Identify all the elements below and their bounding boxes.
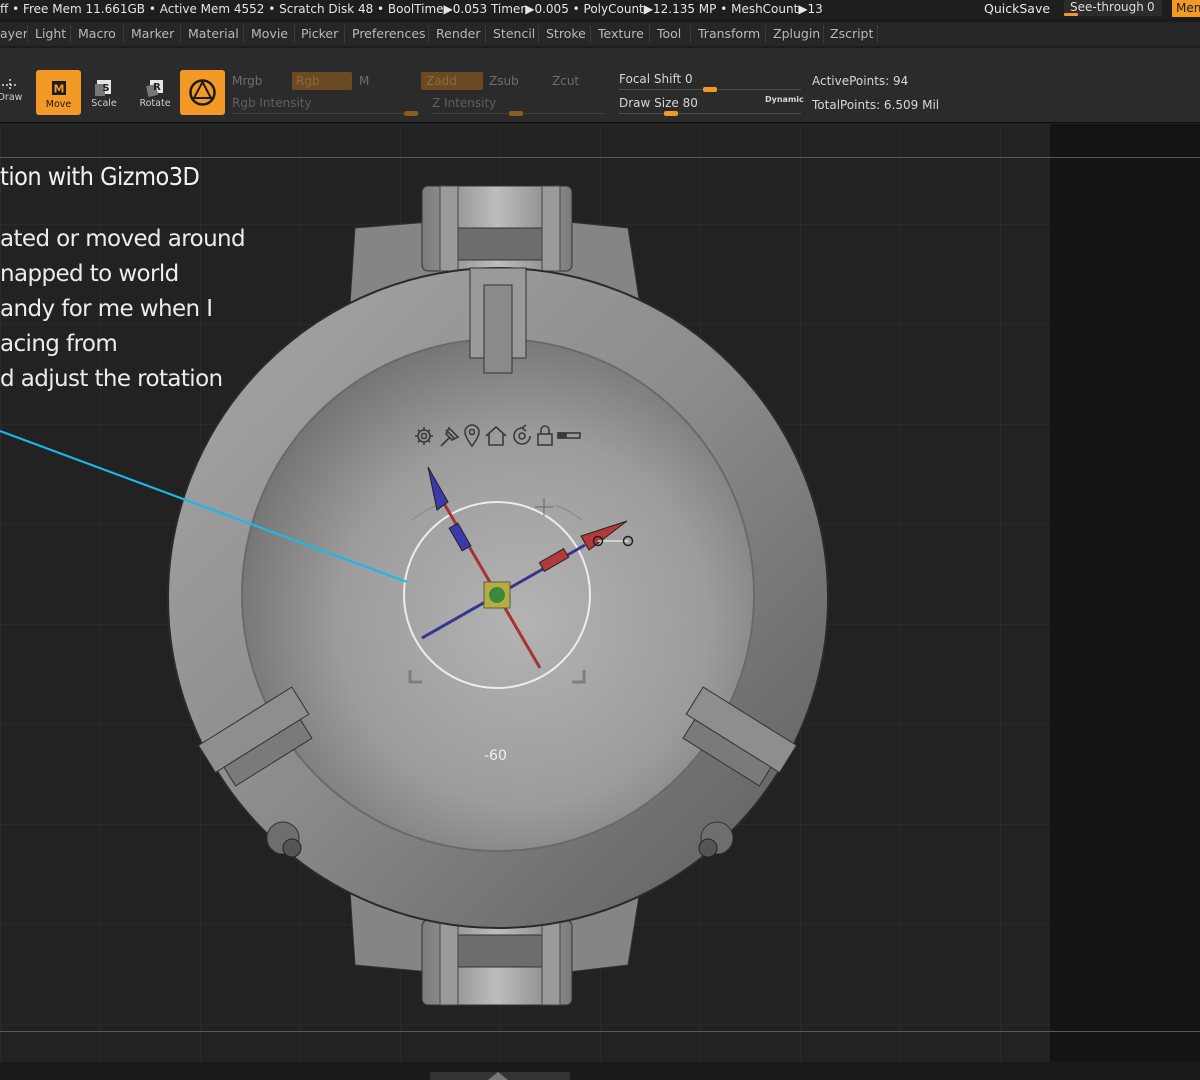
viewport-canvas[interactable]: tion with Gizmo3D ated or moved around n… bbox=[0, 124, 1200, 1080]
menu-separator bbox=[690, 25, 691, 43]
menu-item-stroke[interactable]: Stroke bbox=[546, 23, 586, 45]
menu-separator bbox=[538, 25, 539, 43]
rotate-label: Rotate bbox=[139, 98, 171, 109]
see-through-value: 0 bbox=[1147, 0, 1155, 14]
scale-button[interactable]: S Scale bbox=[90, 78, 118, 109]
svg-text:S: S bbox=[102, 83, 109, 94]
svg-text:R: R bbox=[153, 82, 161, 93]
menu-separator bbox=[123, 25, 124, 43]
menu-item-tool[interactable]: Tool bbox=[657, 23, 681, 45]
menu-separator bbox=[765, 25, 766, 43]
draw-size-label: Draw Size 80 bbox=[619, 96, 698, 110]
gizmo3d-icon bbox=[189, 79, 216, 106]
menu-separator bbox=[428, 25, 429, 43]
move-icon: M bbox=[51, 81, 66, 96]
draw-label: Draw bbox=[0, 92, 23, 103]
svg-text:M: M bbox=[53, 83, 64, 96]
menu-bar: ayer Light Macro Marker Material Movie P… bbox=[0, 22, 1200, 46]
rgb-intensity-label: Rgb Intensity bbox=[232, 96, 312, 110]
tutorial-text-line: napped to world bbox=[0, 261, 179, 287]
move-button[interactable]: M Move bbox=[36, 70, 81, 115]
scale-label: Scale bbox=[91, 98, 117, 109]
zadd-toggle[interactable]: Zadd bbox=[426, 74, 457, 88]
rotation-angle-readout: -60 bbox=[484, 748, 507, 764]
menu-separator bbox=[27, 25, 28, 43]
menu-item-render[interactable]: Render bbox=[436, 23, 481, 45]
menu-item-material[interactable]: Material bbox=[188, 23, 239, 45]
menu-item-macro[interactable]: Macro bbox=[78, 23, 116, 45]
tray-handle-icon[interactable] bbox=[430, 1062, 570, 1080]
tutorial-text-line: d adjust the rotation bbox=[0, 366, 223, 392]
menu-separator bbox=[485, 25, 486, 43]
quicksave-button[interactable]: QuickSave bbox=[984, 0, 1050, 18]
see-through-knob[interactable] bbox=[1064, 13, 1078, 16]
move-label: Move bbox=[45, 99, 72, 110]
rgb-intensity-slider[interactable] bbox=[232, 113, 420, 114]
menu-item-movie[interactable]: Movie bbox=[251, 23, 288, 45]
memory-status-text: ff • Free Mem 11.661GB • Active Mem 4552… bbox=[0, 2, 823, 16]
focal-shift-label: Focal Shift 0 bbox=[619, 72, 693, 86]
menu-item-zscript[interactable]: Zscript bbox=[830, 23, 873, 45]
menu-item-texture[interactable]: Texture bbox=[598, 23, 644, 45]
menu-item-zplugin[interactable]: Zplugin bbox=[773, 23, 820, 45]
rgb-intensity-knob[interactable] bbox=[404, 111, 418, 116]
rotate-button[interactable]: R Rotate bbox=[138, 78, 172, 109]
zcut-toggle[interactable]: Zcut bbox=[552, 74, 579, 88]
menu-item-preferences[interactable]: Preferences bbox=[352, 23, 426, 45]
gizmo-center-dot[interactable] bbox=[489, 587, 505, 603]
menu-separator bbox=[877, 25, 878, 43]
z-intensity-label: Z Intensity bbox=[432, 96, 497, 110]
m-toggle[interactable]: M bbox=[359, 74, 369, 88]
menu-separator bbox=[294, 25, 295, 43]
see-through-label: See-through bbox=[1070, 0, 1144, 14]
bottom-tray bbox=[0, 1062, 1200, 1080]
right-tray bbox=[1050, 124, 1200, 1064]
status-bar: ff • Free Mem 11.661GB • Active Mem 4552… bbox=[0, 0, 1200, 19]
menu-item-transform[interactable]: Transform bbox=[698, 23, 760, 45]
rotate-icon: R bbox=[146, 80, 163, 97]
menu-separator bbox=[590, 25, 591, 43]
gizmo3d-button[interactable] bbox=[180, 70, 225, 115]
menu-item-light[interactable]: Light bbox=[35, 23, 66, 45]
menu-separator bbox=[180, 25, 181, 43]
active-points-readout: ActivePoints: 94 bbox=[812, 74, 909, 88]
tutorial-text-line: acing from bbox=[0, 331, 118, 357]
mrgb-toggle[interactable]: Mrgb bbox=[232, 74, 262, 88]
menu-separator bbox=[649, 25, 650, 43]
z-intensity-knob[interactable] bbox=[509, 111, 523, 116]
tutorial-text-line: andy for me when I bbox=[0, 296, 213, 322]
menu-separator bbox=[344, 25, 345, 43]
draw-icon bbox=[2, 79, 18, 91]
menu-item-marker[interactable]: Marker bbox=[131, 23, 174, 45]
draw-size-knob[interactable] bbox=[664, 111, 678, 116]
menu-item-picker[interactable]: Picker bbox=[301, 23, 338, 45]
see-through-slider[interactable]: See-through 0 bbox=[1064, 0, 1162, 16]
tutorial-text-line: ated or moved around bbox=[0, 226, 246, 252]
menu-item-layer[interactable]: ayer bbox=[0, 23, 28, 45]
scale-icon: S bbox=[95, 80, 111, 96]
menu-separator bbox=[70, 25, 71, 43]
menus-button[interactable]: Menu bbox=[1172, 0, 1200, 17]
tutorial-title: tion with Gizmo3D bbox=[0, 162, 200, 191]
menu-separator bbox=[823, 25, 824, 43]
menu-item-stencil[interactable]: Stencil bbox=[493, 23, 535, 45]
toolbar: Draw M Move S Scale R Rotate Mrgb Rgb M … bbox=[0, 48, 1200, 123]
top-connector bbox=[469, 267, 527, 374]
draw-size-slider[interactable] bbox=[619, 113, 801, 114]
total-points-readout: TotalPoints: 6.509 Mil bbox=[812, 98, 940, 112]
draw-button[interactable]: Draw bbox=[0, 78, 24, 103]
dynamic-toggle[interactable]: Dynamic bbox=[765, 95, 804, 104]
menu-separator bbox=[243, 25, 244, 43]
rgb-toggle[interactable]: Rgb bbox=[296, 74, 320, 88]
zsub-toggle[interactable]: Zsub bbox=[489, 74, 519, 88]
focal-shift-knob[interactable] bbox=[703, 87, 717, 92]
